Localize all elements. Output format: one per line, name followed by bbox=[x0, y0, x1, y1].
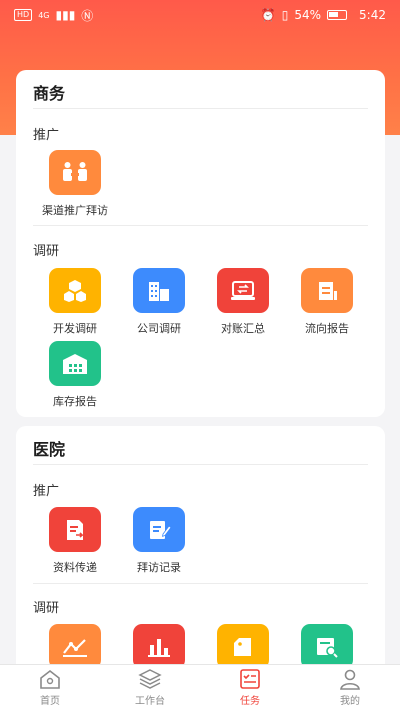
tile-flow-report[interactable]: 流向报告 bbox=[285, 268, 369, 338]
vibrate-icon: ▯ bbox=[281, 8, 289, 22]
tile-label: 流向报告 bbox=[305, 322, 349, 335]
tab-home[interactable]: 首页 bbox=[0, 665, 100, 710]
tile-label: 渠道推广拜访 bbox=[42, 204, 108, 217]
bottom-tab-bar: 首页 工作台 任务 我的 bbox=[0, 664, 400, 710]
building-icon bbox=[133, 268, 185, 313]
user-icon bbox=[340, 669, 360, 690]
tile-dev-research[interactable]: 开发调研 bbox=[33, 268, 117, 338]
tab-label: 工作台 bbox=[135, 696, 165, 707]
tile-inventory-report[interactable]: 库存报告 bbox=[33, 341, 117, 411]
nfc-icon: Ⓝ bbox=[81, 8, 94, 23]
tile-label: 对账汇总 bbox=[221, 322, 265, 335]
section-title: 医院 bbox=[33, 440, 66, 459]
business-card: 商务 推广 渠道推广拜访 调研 开发调研 公司调研 对账汇总 流向报告 库存报告 bbox=[16, 70, 385, 417]
clock: 5:42 bbox=[359, 8, 386, 22]
section-title: 商务 bbox=[33, 84, 66, 103]
tab-label: 首页 bbox=[40, 696, 60, 707]
signal-label: 4G bbox=[38, 10, 50, 20]
group-label: 推广 bbox=[33, 484, 60, 499]
tab-label: 我的 bbox=[340, 696, 360, 707]
hospital-card: 医院 推广 资料传递 拜访记录 调研 bbox=[16, 426, 385, 686]
group-label: 推广 bbox=[33, 128, 60, 143]
tile-company-research[interactable]: 公司调研 bbox=[117, 268, 201, 338]
tab-label: 任务 bbox=[240, 696, 260, 707]
network-badge: HD bbox=[14, 9, 33, 21]
tile-document-transfer[interactable]: 资料传递 bbox=[33, 507, 117, 577]
status-bar: HD 4G ▮▮▮ Ⓝ ⏰ ▯ 54% 5:42 bbox=[0, 0, 400, 30]
layers-icon bbox=[138, 669, 162, 689]
battery-percent: 54% bbox=[294, 8, 322, 22]
tab-workbench[interactable]: 工作台 bbox=[100, 665, 200, 710]
divider bbox=[33, 225, 368, 226]
doc-search-icon bbox=[301, 624, 353, 669]
task-icon bbox=[240, 669, 260, 689]
group-label: 调研 bbox=[33, 601, 60, 616]
divider bbox=[33, 108, 368, 109]
group-label: 调研 bbox=[33, 244, 60, 259]
document-send-icon bbox=[49, 507, 101, 552]
home-icon bbox=[40, 669, 60, 689]
divider bbox=[33, 464, 368, 465]
visit-record-icon bbox=[133, 507, 185, 552]
trend-chart-icon bbox=[49, 624, 101, 669]
flow-report-icon bbox=[301, 268, 353, 313]
tile-visit-record[interactable]: 拜访记录 bbox=[117, 507, 201, 577]
divider bbox=[33, 583, 368, 584]
tile-label: 公司调研 bbox=[137, 322, 181, 335]
tab-mine[interactable]: 我的 bbox=[300, 665, 400, 710]
tile-reconciliation[interactable]: 对账汇总 bbox=[201, 268, 285, 338]
bar-chart-icon bbox=[133, 624, 185, 669]
tab-tasks[interactable]: 任务 bbox=[200, 665, 300, 710]
tile-channel-visit[interactable]: 渠道推广拜访 bbox=[33, 150, 117, 220]
tile-label: 资料传递 bbox=[53, 561, 97, 574]
warehouse-icon bbox=[49, 341, 101, 386]
signal-icon: ▮▮▮ bbox=[55, 8, 76, 22]
reconcile-icon bbox=[217, 268, 269, 313]
tag-icon bbox=[217, 624, 269, 669]
battery-icon bbox=[327, 10, 348, 20]
tile-label: 库存报告 bbox=[53, 395, 97, 408]
handshake-icon bbox=[49, 150, 101, 195]
tile-label: 开发调研 bbox=[53, 322, 97, 335]
alarm-icon: ⏰ bbox=[260, 8, 276, 22]
cubes-icon bbox=[49, 268, 101, 313]
tile-label: 拜访记录 bbox=[137, 561, 181, 574]
